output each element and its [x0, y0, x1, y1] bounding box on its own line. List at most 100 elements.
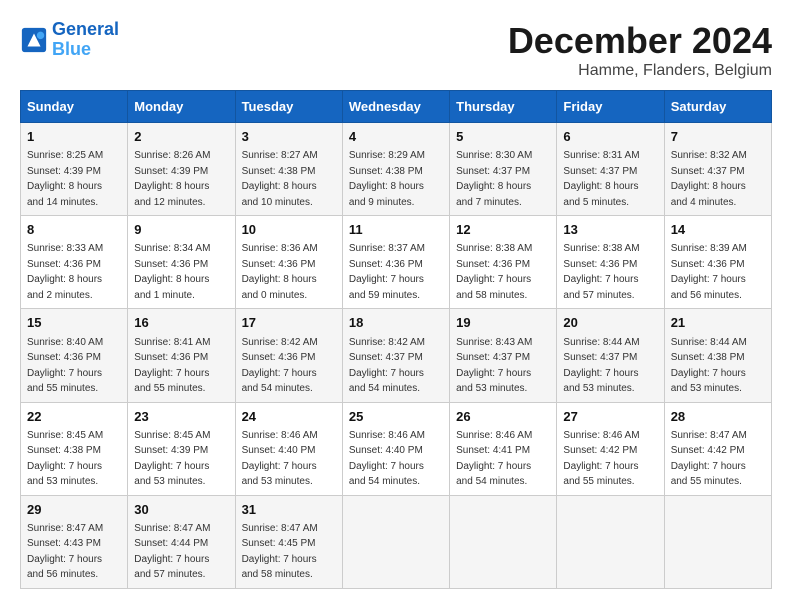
day-number: 2 — [134, 128, 228, 146]
day-number: 23 — [134, 408, 228, 426]
table-row: 1 Sunrise: 8:25 AMSunset: 4:39 PMDayligh… — [21, 123, 128, 216]
table-row: 13 Sunrise: 8:38 AMSunset: 4:36 PMDaylig… — [557, 216, 664, 309]
calendar-week-4: 22 Sunrise: 8:45 AMSunset: 4:38 PMDaylig… — [21, 402, 772, 495]
day-number: 14 — [671, 221, 765, 239]
day-detail: Sunrise: 8:26 AMSunset: 4:39 PMDaylight:… — [134, 150, 210, 208]
day-number: 19 — [456, 314, 550, 332]
day-detail: Sunrise: 8:34 AMSunset: 4:36 PMDaylight:… — [134, 243, 210, 301]
table-row: 9 Sunrise: 8:34 AMSunset: 4:36 PMDayligh… — [128, 216, 235, 309]
table-row: 6 Sunrise: 8:31 AMSunset: 4:37 PMDayligh… — [557, 123, 664, 216]
table-row: 23 Sunrise: 8:45 AMSunset: 4:39 PMDaylig… — [128, 402, 235, 495]
calendar-week-2: 8 Sunrise: 8:33 AMSunset: 4:36 PMDayligh… — [21, 216, 772, 309]
day-number: 26 — [456, 408, 550, 426]
day-detail: Sunrise: 8:42 AMSunset: 4:37 PMDaylight:… — [349, 337, 425, 395]
day-detail: Sunrise: 8:47 AMSunset: 4:43 PMDaylight:… — [27, 523, 103, 581]
day-number: 3 — [242, 128, 336, 146]
table-row: 11 Sunrise: 8:37 AMSunset: 4:36 PMDaylig… — [342, 216, 449, 309]
title-area: December 2024 Hamme, Flanders, Belgium — [508, 20, 772, 80]
day-detail: Sunrise: 8:46 AMSunset: 4:40 PMDaylight:… — [349, 430, 425, 488]
day-number: 4 — [349, 128, 443, 146]
table-row: 16 Sunrise: 8:41 AMSunset: 4:36 PMDaylig… — [128, 309, 235, 402]
day-number: 1 — [27, 128, 121, 146]
day-number: 28 — [671, 408, 765, 426]
day-detail: Sunrise: 8:38 AMSunset: 4:36 PMDaylight:… — [456, 243, 532, 301]
calendar-week-1: 1 Sunrise: 8:25 AMSunset: 4:39 PMDayligh… — [21, 123, 772, 216]
day-detail: Sunrise: 8:33 AMSunset: 4:36 PMDaylight:… — [27, 243, 103, 301]
day-number: 16 — [134, 314, 228, 332]
table-row: 19 Sunrise: 8:43 AMSunset: 4:37 PMDaylig… — [450, 309, 557, 402]
day-number: 13 — [563, 221, 657, 239]
table-row — [557, 495, 664, 588]
day-detail: Sunrise: 8:25 AMSunset: 4:39 PMDaylight:… — [27, 150, 103, 208]
logo-line2: Blue — [52, 39, 91, 59]
col-saturday: Saturday — [664, 91, 771, 123]
col-monday: Monday — [128, 91, 235, 123]
table-row: 17 Sunrise: 8:42 AMSunset: 4:36 PMDaylig… — [235, 309, 342, 402]
day-detail: Sunrise: 8:47 AMSunset: 4:44 PMDaylight:… — [134, 523, 210, 581]
day-number: 21 — [671, 314, 765, 332]
col-friday: Friday — [557, 91, 664, 123]
day-number: 22 — [27, 408, 121, 426]
day-number: 27 — [563, 408, 657, 426]
table-row: 14 Sunrise: 8:39 AMSunset: 4:36 PMDaylig… — [664, 216, 771, 309]
table-row: 2 Sunrise: 8:26 AMSunset: 4:39 PMDayligh… — [128, 123, 235, 216]
day-detail: Sunrise: 8:29 AMSunset: 4:38 PMDaylight:… — [349, 150, 425, 208]
day-detail: Sunrise: 8:46 AMSunset: 4:40 PMDaylight:… — [242, 430, 318, 488]
calendar-table: Sunday Monday Tuesday Wednesday Thursday… — [20, 90, 772, 589]
logo-icon — [20, 26, 48, 54]
day-detail: Sunrise: 8:36 AMSunset: 4:36 PMDaylight:… — [242, 243, 318, 301]
day-number: 15 — [27, 314, 121, 332]
table-row: 8 Sunrise: 8:33 AMSunset: 4:36 PMDayligh… — [21, 216, 128, 309]
header: General Blue December 2024 Hamme, Flande… — [20, 20, 772, 80]
day-number: 9 — [134, 221, 228, 239]
day-detail: Sunrise: 8:47 AMSunset: 4:42 PMDaylight:… — [671, 430, 747, 488]
col-wednesday: Wednesday — [342, 91, 449, 123]
day-number: 6 — [563, 128, 657, 146]
table-row: 31 Sunrise: 8:47 AMSunset: 4:45 PMDaylig… — [235, 495, 342, 588]
day-number: 11 — [349, 221, 443, 239]
table-row: 28 Sunrise: 8:47 AMSunset: 4:42 PMDaylig… — [664, 402, 771, 495]
day-number: 8 — [27, 221, 121, 239]
day-number: 31 — [242, 501, 336, 519]
day-detail: Sunrise: 8:30 AMSunset: 4:37 PMDaylight:… — [456, 150, 532, 208]
calendar-week-5: 29 Sunrise: 8:47 AMSunset: 4:43 PMDaylig… — [21, 495, 772, 588]
location-title: Hamme, Flanders, Belgium — [508, 62, 772, 80]
day-number: 12 — [456, 221, 550, 239]
table-row: 10 Sunrise: 8:36 AMSunset: 4:36 PMDaylig… — [235, 216, 342, 309]
day-detail: Sunrise: 8:40 AMSunset: 4:36 PMDaylight:… — [27, 337, 103, 395]
day-detail: Sunrise: 8:42 AMSunset: 4:36 PMDaylight:… — [242, 337, 318, 395]
day-detail: Sunrise: 8:45 AMSunset: 4:39 PMDaylight:… — [134, 430, 210, 488]
day-detail: Sunrise: 8:46 AMSunset: 4:41 PMDaylight:… — [456, 430, 532, 488]
table-row — [342, 495, 449, 588]
table-row: 24 Sunrise: 8:46 AMSunset: 4:40 PMDaylig… — [235, 402, 342, 495]
day-number: 30 — [134, 501, 228, 519]
month-title: December 2024 — [508, 20, 772, 62]
logo-line1: General — [52, 19, 119, 39]
logo-text: General Blue — [52, 20, 119, 60]
day-number: 10 — [242, 221, 336, 239]
table-row: 25 Sunrise: 8:46 AMSunset: 4:40 PMDaylig… — [342, 402, 449, 495]
day-detail: Sunrise: 8:46 AMSunset: 4:42 PMDaylight:… — [563, 430, 639, 488]
table-row: 12 Sunrise: 8:38 AMSunset: 4:36 PMDaylig… — [450, 216, 557, 309]
day-detail: Sunrise: 8:38 AMSunset: 4:36 PMDaylight:… — [563, 243, 639, 301]
day-number: 25 — [349, 408, 443, 426]
day-detail: Sunrise: 8:47 AMSunset: 4:45 PMDaylight:… — [242, 523, 318, 581]
table-row: 15 Sunrise: 8:40 AMSunset: 4:36 PMDaylig… — [21, 309, 128, 402]
table-row: 3 Sunrise: 8:27 AMSunset: 4:38 PMDayligh… — [235, 123, 342, 216]
day-number: 18 — [349, 314, 443, 332]
table-row: 5 Sunrise: 8:30 AMSunset: 4:37 PMDayligh… — [450, 123, 557, 216]
day-detail: Sunrise: 8:45 AMSunset: 4:38 PMDaylight:… — [27, 430, 103, 488]
day-detail: Sunrise: 8:32 AMSunset: 4:37 PMDaylight:… — [671, 150, 747, 208]
table-row — [664, 495, 771, 588]
table-row: 20 Sunrise: 8:44 AMSunset: 4:37 PMDaylig… — [557, 309, 664, 402]
day-number: 7 — [671, 128, 765, 146]
table-row: 26 Sunrise: 8:46 AMSunset: 4:41 PMDaylig… — [450, 402, 557, 495]
table-row: 7 Sunrise: 8:32 AMSunset: 4:37 PMDayligh… — [664, 123, 771, 216]
day-number: 24 — [242, 408, 336, 426]
day-number: 17 — [242, 314, 336, 332]
day-detail: Sunrise: 8:37 AMSunset: 4:36 PMDaylight:… — [349, 243, 425, 301]
day-number: 20 — [563, 314, 657, 332]
day-detail: Sunrise: 8:39 AMSunset: 4:36 PMDaylight:… — [671, 243, 747, 301]
day-detail: Sunrise: 8:31 AMSunset: 4:37 PMDaylight:… — [563, 150, 639, 208]
table-row: 30 Sunrise: 8:47 AMSunset: 4:44 PMDaylig… — [128, 495, 235, 588]
